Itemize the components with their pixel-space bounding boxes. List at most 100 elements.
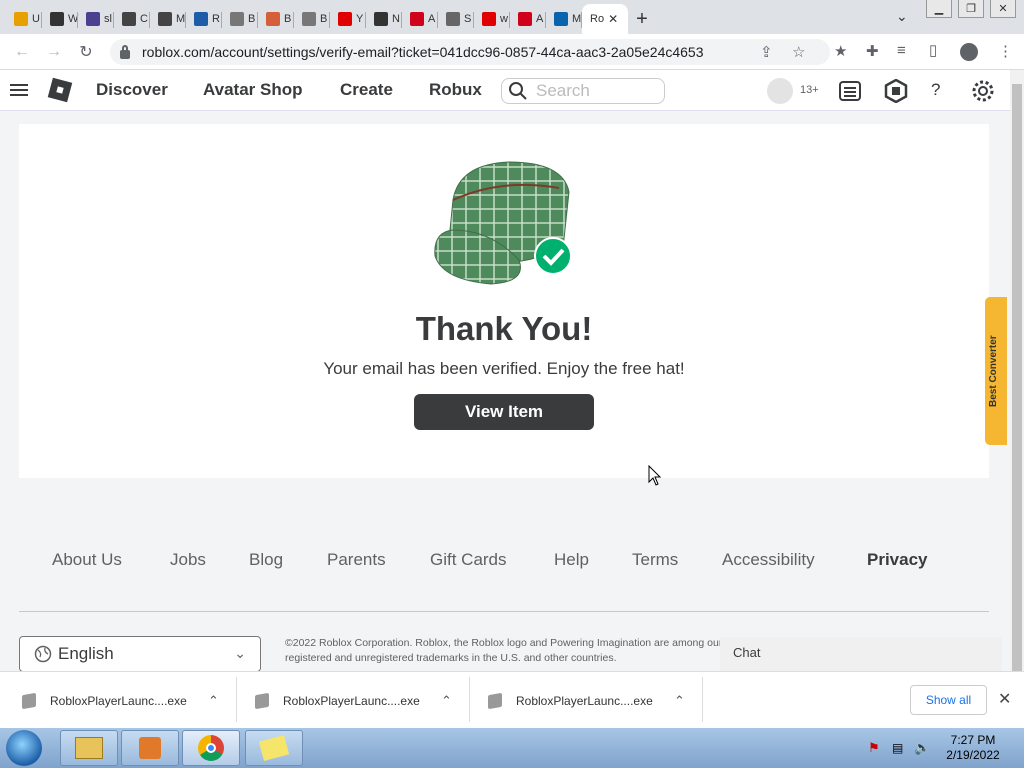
chevron-up-icon[interactable]: ⌃ <box>208 693 219 709</box>
footer-divider <box>19 611 989 612</box>
page-scrollbar[interactable] <box>1010 70 1024 708</box>
chevron-up-icon[interactable]: ⌃ <box>674 693 685 709</box>
tab-title: N <box>392 13 400 25</box>
taskbar-chrome[interactable] <box>182 730 240 766</box>
footer-link-gift-cards[interactable]: Gift Cards <box>430 550 507 570</box>
taskbar-explorer[interactable] <box>60 730 118 766</box>
nav-avatar-shop[interactable]: Avatar Shop <box>203 80 303 100</box>
browser-tab[interactable]: B <box>294 4 330 34</box>
footer-link-about-us[interactable]: About Us <box>52 550 122 570</box>
reload-icon[interactable]: ↻ <box>70 36 102 68</box>
nav-discover[interactable]: Discover <box>96 80 168 100</box>
download-item[interactable]: RobloxPlayerLaunc....exe ⌃ <box>255 672 452 729</box>
browser-tab[interactable]: B <box>258 4 294 34</box>
roblox-logo-icon[interactable] <box>47 77 73 103</box>
c-icon <box>122 12 136 26</box>
tab-title: Ro <box>590 13 605 25</box>
robux-icon[interactable] <box>884 79 908 103</box>
mouse-cursor-icon <box>648 465 662 486</box>
close-tab-icon[interactable]: ✕ <box>608 12 618 26</box>
browser-tab[interactable]: U <box>6 4 42 34</box>
footer-link-privacy[interactable]: Privacy <box>867 550 928 570</box>
close-window-button[interactable]: ✕ <box>990 0 1016 18</box>
browser-tab[interactable]: S <box>438 4 474 34</box>
ask-icon <box>518 12 532 26</box>
show-all-downloads-button[interactable]: Show all <box>910 685 987 715</box>
share-icon[interactable]: ⇪ <box>760 43 773 61</box>
browser-tab-active[interactable]: Ro ✕ <box>582 4 628 34</box>
tab-search-chevron-icon[interactable]: ⌄ <box>896 8 908 25</box>
settings-gear-icon[interactable] <box>971 79 995 103</box>
system-clock[interactable]: 7:27 PM 2/19/2022 <box>938 733 1008 763</box>
footer-link-help[interactable]: Help <box>554 550 589 570</box>
forward-arrow-icon[interactable]: → <box>38 36 70 68</box>
nav-create[interactable]: Create <box>340 80 393 100</box>
browser-tab[interactable]: B <box>222 4 258 34</box>
s-icon <box>446 12 460 26</box>
network-error-icon[interactable]: ⚑ <box>868 740 880 756</box>
bookmark-star-icon[interactable]: ☆ <box>792 43 805 61</box>
tab-title: A <box>428 13 436 25</box>
restore-button[interactable]: ❐ <box>958 0 984 18</box>
file-icon <box>255 692 269 709</box>
new-tab-button[interactable]: + <box>628 4 656 34</box>
chat-bar[interactable]: Chat <box>720 637 1002 671</box>
windows-start-button[interactable] <box>6 730 42 766</box>
browser-tab[interactable]: A <box>510 4 546 34</box>
side-panel-icon[interactable]: ▯ <box>929 41 937 59</box>
browser-tab[interactable]: M <box>150 4 186 34</box>
download-separator <box>236 677 237 722</box>
nav-robux[interactable]: Robux <box>429 80 482 100</box>
chat-label: Chat <box>733 645 761 660</box>
tab-title: U <box>32 13 40 25</box>
puzzle-extensions-icon[interactable]: ✚ <box>866 42 879 60</box>
browser-tab[interactable]: w <box>474 4 510 34</box>
chevron-down-icon: ⌄ <box>234 645 246 661</box>
browser-tab[interactable]: W <box>42 4 78 34</box>
browser-tab[interactable]: C <box>114 4 150 34</box>
extension-label: Best Converter <box>988 335 999 407</box>
footer-link-accessibility[interactable]: Accessibility <box>722 550 815 570</box>
footer-link-terms[interactable]: Terms <box>632 550 678 570</box>
media-control-icon[interactable]: ≡ <box>897 42 906 59</box>
volume-icon[interactable]: 🔈 <box>914 740 930 756</box>
browser-tab[interactable]: N <box>366 4 402 34</box>
star-extension-icon[interactable]: ★ <box>834 42 847 60</box>
close-downloads-icon[interactable]: ✕ <box>998 689 1011 709</box>
notifications-list-icon[interactable] <box>838 79 862 103</box>
chevron-up-icon[interactable]: ⌃ <box>441 693 452 709</box>
tab-title: M <box>176 13 186 25</box>
profile-icon[interactable] <box>960 43 978 61</box>
download-item[interactable]: RobloxPlayerLaunc....exe ⌃ <box>22 672 219 729</box>
chrome-menu-icon[interactable]: ⋮ <box>998 42 1013 60</box>
download-item[interactable]: RobloxPlayerLaunc....exe ⌃ <box>488 672 685 729</box>
action-center-icon[interactable]: ▤ <box>892 741 903 755</box>
url-text: roblox.com/account/settings/verify-email… <box>142 44 704 60</box>
url-input[interactable]: roblox.com/account/settings/verify-email… <box>110 39 830 65</box>
best-converter-extension-tab[interactable]: Best Converter <box>985 297 1007 445</box>
browser-tab[interactable]: Y <box>330 4 366 34</box>
lock-icon <box>120 44 130 59</box>
language-select[interactable]: English ⌄ <box>19 636 261 672</box>
browser-tab[interactable]: sl <box>78 4 114 34</box>
tab-title: S <box>464 13 472 25</box>
clock-date: 2/19/2022 <box>946 748 1000 762</box>
tab-title: w <box>500 13 508 25</box>
taskbar-media-player[interactable] <box>121 730 179 766</box>
view-item-button[interactable]: View Item <box>414 394 594 430</box>
back-arrow-icon[interactable]: ← <box>6 36 38 68</box>
hamburger-menu-icon[interactable] <box>10 81 28 99</box>
footer-link-jobs[interactable]: Jobs <box>170 550 206 570</box>
taskbar-sticky-notes[interactable] <box>245 730 303 766</box>
browser-tab[interactable]: R <box>186 4 222 34</box>
roblox-header: Discover Avatar Shop Create Robux Search… <box>0 70 1010 111</box>
minimize-button[interactable]: ▁ <box>926 0 952 18</box>
avatar[interactable] <box>767 78 793 104</box>
footer-link-parents[interactable]: Parents <box>327 550 386 570</box>
scrollbar-thumb[interactable] <box>1012 84 1022 708</box>
browser-tab[interactable]: M <box>546 4 582 34</box>
footer-link-blog[interactable]: Blog <box>249 550 283 570</box>
help-icon[interactable]: ? <box>931 80 940 100</box>
search-input[interactable]: Search <box>501 78 665 104</box>
browser-tab[interactable]: A <box>402 4 438 34</box>
